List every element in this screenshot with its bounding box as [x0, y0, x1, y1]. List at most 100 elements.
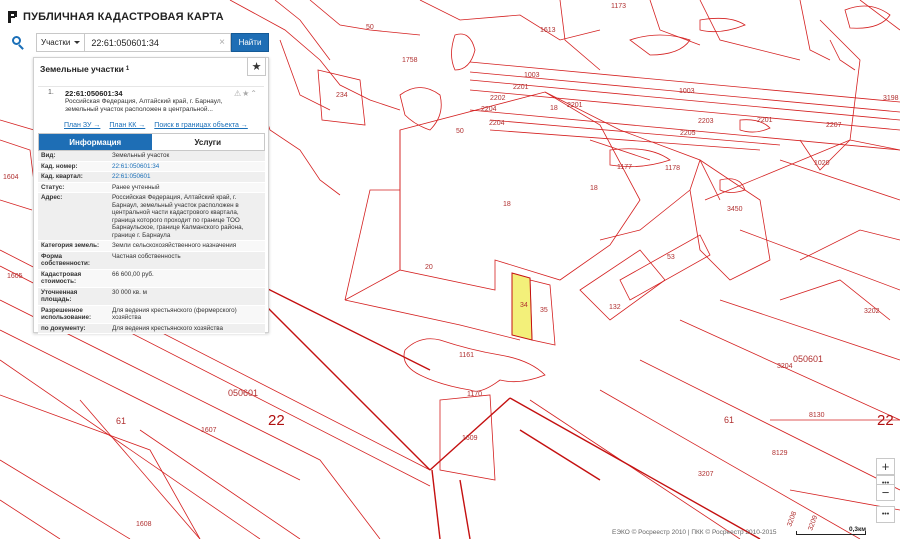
search-query: 22:61:050601:34 [91, 37, 159, 48]
result-address-line: Российская Федерация, Алтайский край, г.… [65, 98, 223, 105]
result-number: 1. [48, 89, 54, 96]
more-tools-button[interactable]: ••• [876, 506, 895, 523]
map-label: 2204 [489, 120, 505, 127]
property-row: Разрешенное использование: Для ведения кр… [38, 305, 265, 324]
map-label: 132 [609, 304, 621, 311]
map-label: 1605 [7, 273, 23, 280]
property-row: Вид: Земельный участок [38, 151, 265, 162]
result-address-line: земельный участок расположен в центральн… [65, 106, 213, 113]
property-key: Кадастровая стоимость: [38, 269, 109, 287]
map-label: 2207 [826, 122, 842, 129]
map-label: 61 [116, 416, 126, 426]
map-label: 2201 [757, 117, 773, 124]
map-label: 1003 [679, 88, 695, 95]
map-label: 50 [366, 24, 374, 31]
map-label: 8130 [809, 412, 825, 419]
map-label: 050601 [228, 388, 258, 398]
map-label: 1170 [467, 391, 482, 398]
map-label: 3450 [727, 206, 743, 213]
logo-icon [8, 11, 17, 23]
property-row: Форма собственности: Частная собственност… [38, 251, 265, 270]
map-label: 50 [456, 128, 464, 135]
close-icon[interactable]: × [219, 37, 225, 48]
map-label: 22 [877, 412, 894, 429]
map-label: 18 [503, 201, 511, 208]
tab-services[interactable]: Услуги [151, 134, 264, 150]
search-in-bounds-link[interactable]: Поиск в границах объекта → [154, 122, 248, 129]
property-value: Ранее учтенный [109, 182, 265, 192]
search-bar: Участки 22:61:050601:34 × Найти [10, 33, 269, 52]
find-button[interactable]: Найти [231, 33, 269, 52]
property-key: Разрешенное использование: [38, 305, 109, 323]
map-label: 3209 [807, 515, 819, 532]
map-label: 35 [540, 307, 548, 314]
map-label: 1608 [136, 521, 152, 528]
map-label: 53 [667, 254, 675, 261]
map-label: 1758 [402, 57, 418, 64]
property-row: по документу: Для ведения крестьянского х… [38, 323, 265, 334]
map-label: 61 [724, 415, 734, 425]
property-value: Земельный участок [109, 151, 265, 161]
map-label: 1178 [665, 165, 680, 172]
property-row: Уточненная площадь: 30 000 кв. м [38, 287, 265, 306]
property-row: Категория земель: Земли сельскохозяйствен… [38, 241, 265, 252]
property-key: Форма собственности: [38, 251, 109, 269]
property-row: Адрес: Российская Федерация, Алтайский кр… [38, 193, 265, 241]
map-label: 1020 [814, 160, 830, 167]
property-key: Статус: [38, 182, 109, 192]
map-label: 22 [268, 412, 285, 429]
result-tools-icons[interactable]: ⚠★⌃ [234, 89, 258, 98]
favorite-star-button[interactable]: ★ [247, 57, 266, 76]
map-label: 234 [336, 92, 348, 99]
search-type-label: Участки [41, 38, 71, 47]
results-panel: Земельные участки 1 1. 22:61:050601:34 Р… [33, 57, 269, 334]
property-key: по документу: [38, 323, 109, 333]
property-value: Частная собственность [109, 251, 265, 269]
map-label: 2201 [513, 84, 529, 91]
info-tabs: Информация Услуги [38, 133, 265, 151]
property-value: 30 000 кв. м [109, 287, 265, 305]
map-label: 1161 [459, 352, 474, 359]
zoom-in-button[interactable]: + [876, 458, 895, 475]
map-label: 34 [520, 302, 528, 309]
map-label: 18 [590, 185, 598, 192]
plan-zu-link[interactable]: План ЗУ → [64, 122, 100, 129]
map-label: 20 [425, 264, 433, 271]
search-type-select[interactable]: Участки [36, 33, 86, 52]
property-key: Категория земель: [38, 241, 109, 251]
property-value: Для ведения крестьянского хозяйства [109, 323, 265, 333]
search-icon[interactable] [10, 33, 28, 52]
property-row: Кад. квартал: 22:61:050601 [38, 172, 265, 183]
property-value: Земли сельскохозяйственного назначения [109, 241, 265, 251]
search-input[interactable]: 22:61:050601:34 × [85, 33, 231, 52]
map-label: 2205 [680, 130, 696, 137]
map-label: 3204 [777, 363, 793, 370]
map-label: 8129 [772, 450, 788, 457]
app-title: ПУБЛИЧНАЯ КАДАСТРОВАЯ КАРТА [23, 11, 224, 23]
map-label: 2204 [481, 106, 497, 113]
map-label: 18 [550, 105, 558, 112]
result-links: План ЗУ → План КК → Поиск в границах объ… [64, 122, 268, 129]
property-value[interactable]: 22:61:050601 [109, 172, 265, 182]
property-key: Адрес: [38, 193, 109, 240]
map-label: 2202 [490, 95, 506, 102]
zoom-out-button[interactable]: − [876, 484, 895, 501]
map-label: 1609 [462, 435, 478, 442]
property-value[interactable]: 22:61:050601:34 [109, 161, 265, 171]
chevron-down-icon [74, 41, 81, 44]
result-item[interactable]: 1. 22:61:050601:34 Российская Федерация,… [38, 86, 264, 114]
map-label: 1177 [617, 164, 632, 171]
star-icon: ★ [251, 61, 262, 73]
map-label: 3208 [786, 511, 798, 528]
plan-kk-link[interactable]: План КК → [109, 122, 145, 129]
map-label: 1607 [201, 427, 217, 434]
results-title: Земельные участки [40, 64, 124, 74]
tab-info[interactable]: Информация [39, 134, 152, 150]
properties-table: Вид: Земельный участок Кад. номер: 22:61:0… [38, 151, 265, 334]
scale-label: 0,3км [849, 526, 867, 533]
property-value: 66 600,00 руб. [109, 269, 265, 287]
property-row: Кадастровая стоимость: 66 600,00 руб. [38, 269, 265, 288]
property-key: Уточненная площадь: [38, 287, 109, 305]
map-label: 1003 [524, 72, 540, 79]
property-value: Для ведения крестьянского (фермерского) … [109, 305, 265, 323]
